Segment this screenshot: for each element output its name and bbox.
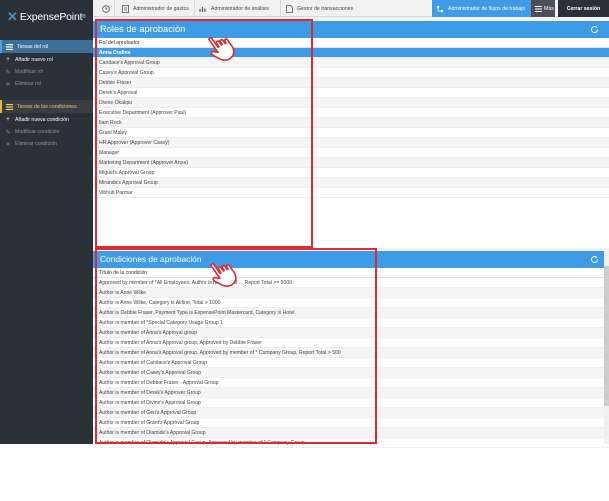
modify-condition-label: Modificar condición	[15, 129, 60, 135]
chart-icon	[199, 5, 207, 13]
hand-pointer-icon	[210, 262, 237, 287]
logo-icon: ✕	[7, 8, 18, 24]
list-icon	[6, 43, 13, 50]
nav-analysis-manager-label: Administrador de análisis	[211, 5, 269, 12]
refresh-icon[interactable]	[590, 25, 599, 34]
add-condition-button[interactable]: + Añadir nueva condición	[0, 114, 93, 126]
pencil-icon: ✎	[5, 129, 11, 136]
delete-role-label: Eliminar rol	[15, 81, 41, 87]
role-tasks-header[interactable]: Tareas del rol	[0, 40, 93, 53]
hand-pointer-icon	[208, 36, 235, 61]
nav-expense-manager-label: Administrador de gastos	[133, 5, 189, 12]
menu-icon	[534, 5, 542, 13]
condition-tasks-title: Tareas de las condiciones	[17, 103, 77, 110]
logo-text: ExpensePoint	[19, 10, 83, 23]
nav-expense-manager[interactable]: Administrador de gastos	[119, 0, 195, 17]
logo[interactable]: ✕ ExpensePoint ®	[0, 0, 93, 33]
workflow-icon	[436, 5, 444, 13]
nav-workflow-manager-label: Administrador de flujos de trabajo	[448, 5, 526, 12]
close-icon: ✕	[5, 81, 11, 88]
logout-label: Cerrar sesión	[566, 5, 601, 12]
role-tasks-section: Tareas del rol + Añadir nuevo rol ✎ Modi…	[0, 40, 93, 90]
list-icon	[6, 103, 13, 110]
condition-tasks-section: Tareas de las condiciones + Añadir nueva…	[0, 100, 93, 150]
roles-highlight-box	[95, 19, 313, 248]
modify-role-label: Modificar rol	[15, 69, 44, 75]
conditions-scrollbar[interactable]	[604, 248, 609, 444]
modify-role-button[interactable]: ✎ Modificar rol	[0, 66, 93, 78]
plus-icon: +	[6, 117, 10, 123]
close-icon: ✕	[5, 141, 11, 148]
delete-role-button[interactable]: ✕ Eliminar rol	[0, 78, 93, 90]
sidebar: ✕ ExpensePoint ® Tareas del rol + Añadir…	[0, 0, 93, 444]
role-tasks-title: Tareas del rol	[17, 43, 49, 50]
nav-workflow-manager[interactable]: Administrador de flujos de trabajo	[432, 0, 531, 17]
add-role-label: Añadir nuevo rol	[15, 57, 53, 63]
delete-condition-button[interactable]: ✕ Eliminar condición	[0, 138, 93, 150]
refresh-icon[interactable]	[590, 255, 599, 264]
pencil-icon: ✎	[5, 69, 11, 76]
document-icon	[285, 4, 293, 13]
scrollbar-thumb[interactable]	[604, 266, 609, 406]
condition-tasks-header[interactable]: Tareas de las condiciones	[0, 100, 93, 113]
nav-more-label: Más	[544, 5, 554, 12]
modify-condition-button[interactable]: ✎ Modificar condición	[0, 126, 93, 138]
nav-transaction-manager[interactable]: Gestor de transacciones	[283, 0, 363, 17]
nav-more[interactable]: Más	[531, 0, 555, 17]
nav-recent[interactable]	[97, 0, 115, 17]
app-window: ✕ ExpensePoint ® Tareas del rol + Añadir…	[0, 0, 609, 448]
nav-analysis-manager[interactable]: Administrador de análisis	[197, 0, 281, 17]
logout-button[interactable]: Cerrar sesión	[558, 0, 609, 17]
delete-condition-label: Eliminar condición	[15, 141, 58, 147]
add-role-button[interactable]: + Añadir nuevo rol	[0, 54, 93, 66]
registered-mark: ®	[82, 13, 86, 20]
receipt-icon	[121, 4, 129, 13]
nav-transaction-manager-label: Gestor de transacciones	[297, 5, 354, 12]
clock-icon	[101, 4, 110, 13]
plus-icon: +	[6, 57, 10, 63]
add-condition-label: Añadir nueva condición	[15, 117, 69, 123]
top-navigation: Administrador de gastos Administrador de…	[93, 0, 609, 17]
